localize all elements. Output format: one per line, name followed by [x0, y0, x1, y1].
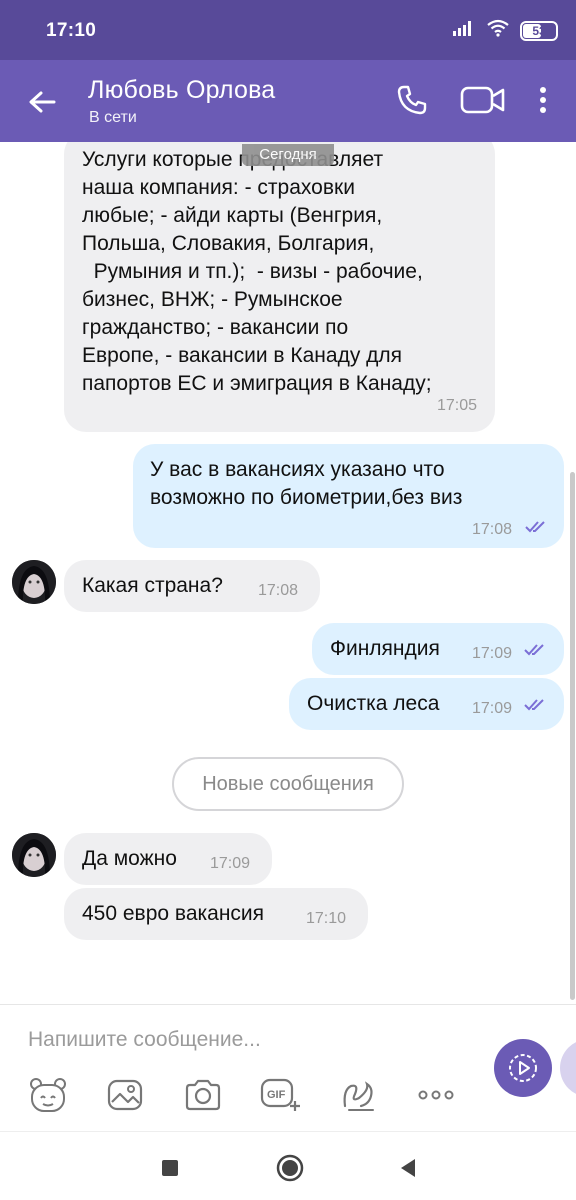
system-navigation-bar	[0, 1131, 576, 1200]
viber-chat-screen: 17:10 53 Любовь Орлова В сети Услуги кот…	[0, 0, 576, 1200]
scrollbar[interactable]	[570, 472, 575, 1000]
avatar-photo	[12, 560, 56, 604]
message-bubble-outgoing[interactable]: Очистка леса 17:09	[289, 678, 564, 730]
message-time: 17:10	[306, 910, 347, 927]
secondary-action-button[interactable]	[560, 1039, 576, 1097]
signal-icon	[452, 19, 476, 42]
avatar-photo	[12, 833, 56, 877]
home-button[interactable]	[272, 1150, 308, 1186]
message-time: 17:08	[472, 521, 513, 538]
message-time: 17:08	[258, 582, 299, 599]
status-icons: 53	[452, 19, 558, 42]
back-arrow-icon	[29, 91, 56, 113]
sticker-button[interactable]	[26, 1073, 70, 1117]
message-input[interactable]	[28, 1023, 468, 1057]
message-text: Какая страна?	[82, 574, 223, 597]
gif-button[interactable]: GIF	[259, 1073, 303, 1117]
more-options-button[interactable]	[530, 80, 556, 120]
message-text: Очистка леса	[307, 692, 440, 715]
gallery-button[interactable]	[103, 1073, 147, 1117]
message-text: У вас в вакансиях указано что возможно п…	[150, 458, 463, 509]
new-messages-button[interactable]: Новые сообщения	[172, 757, 404, 811]
contact-name[interactable]: Любовь Орлова	[88, 76, 275, 105]
video-camera-icon	[460, 86, 505, 114]
back-triangle-icon	[401, 1159, 415, 1177]
svg-text:GIF: GIF	[267, 1089, 286, 1101]
battery-icon: 53	[520, 20, 558, 41]
home-circle-icon	[276, 1154, 304, 1182]
message-composer: GIF	[0, 1004, 576, 1131]
status-bar: 17:10 53	[0, 0, 576, 60]
date-divider: Сегодня	[242, 144, 334, 166]
back-nav-button[interactable]	[390, 1150, 426, 1186]
message-text: Услуги которые предоставляет наша компан…	[82, 148, 432, 395]
message-text: Финляндия	[330, 637, 440, 660]
doodle-icon	[343, 1081, 374, 1111]
call-button[interactable]	[392, 80, 432, 120]
message-bubble-incoming[interactable]: Да можно 17:09	[64, 833, 272, 885]
message-time: 17:09	[472, 645, 513, 662]
doodle-button[interactable]	[337, 1073, 381, 1117]
message-time: 17:09	[210, 855, 251, 872]
read-ticks-icon	[524, 699, 544, 711]
message-bubble-incoming[interactable]: Услуги которые предоставляет наша компан…	[64, 142, 495, 432]
message-bubble-outgoing[interactable]: У вас в вакансиях указано что возможно п…	[133, 444, 564, 548]
message-list[interactable]: Услуги которые предоставляет наша компан…	[0, 142, 576, 1004]
gif-icon: GIF	[260, 1078, 300, 1111]
video-call-button[interactable]	[458, 80, 508, 120]
recents-square-icon	[162, 1160, 178, 1176]
message-text: Да можно	[82, 847, 177, 870]
send-button[interactable]	[494, 1039, 552, 1097]
camera-icon	[185, 1079, 221, 1111]
battery-level: 53	[532, 23, 546, 38]
contact-avatar[interactable]	[12, 833, 56, 877]
more-horizontal-icon	[418, 1090, 454, 1100]
contact-avatar[interactable]	[12, 560, 56, 604]
message-time: 17:05	[436, 397, 477, 414]
chat-header: Любовь Орлова В сети	[0, 60, 576, 142]
camera-button[interactable]	[181, 1073, 225, 1117]
message-bubble-incoming[interactable]: 450 евро вакансия 17:10	[64, 888, 368, 940]
status-time: 17:10	[46, 20, 97, 41]
gallery-icon	[107, 1079, 143, 1111]
more-vertical-icon	[540, 87, 546, 113]
read-ticks-icon	[524, 644, 544, 656]
send-icon	[509, 1054, 537, 1082]
message-bubble-incoming[interactable]: Какая страна? 17:08	[64, 560, 320, 612]
contact-status: В сети	[89, 109, 137, 126]
wifi-icon	[486, 19, 510, 42]
back-button[interactable]	[22, 82, 62, 122]
message-text: 450 евро вакансия	[82, 902, 265, 925]
more-attachments-button[interactable]	[414, 1073, 458, 1117]
recents-button[interactable]	[152, 1150, 188, 1186]
sticker-bear-icon	[30, 1078, 66, 1112]
message-bubble-outgoing[interactable]: Финляндия 17:09	[312, 623, 564, 675]
phone-icon	[397, 85, 427, 115]
read-ticks-icon	[525, 521, 545, 533]
message-time: 17:09	[472, 700, 513, 717]
